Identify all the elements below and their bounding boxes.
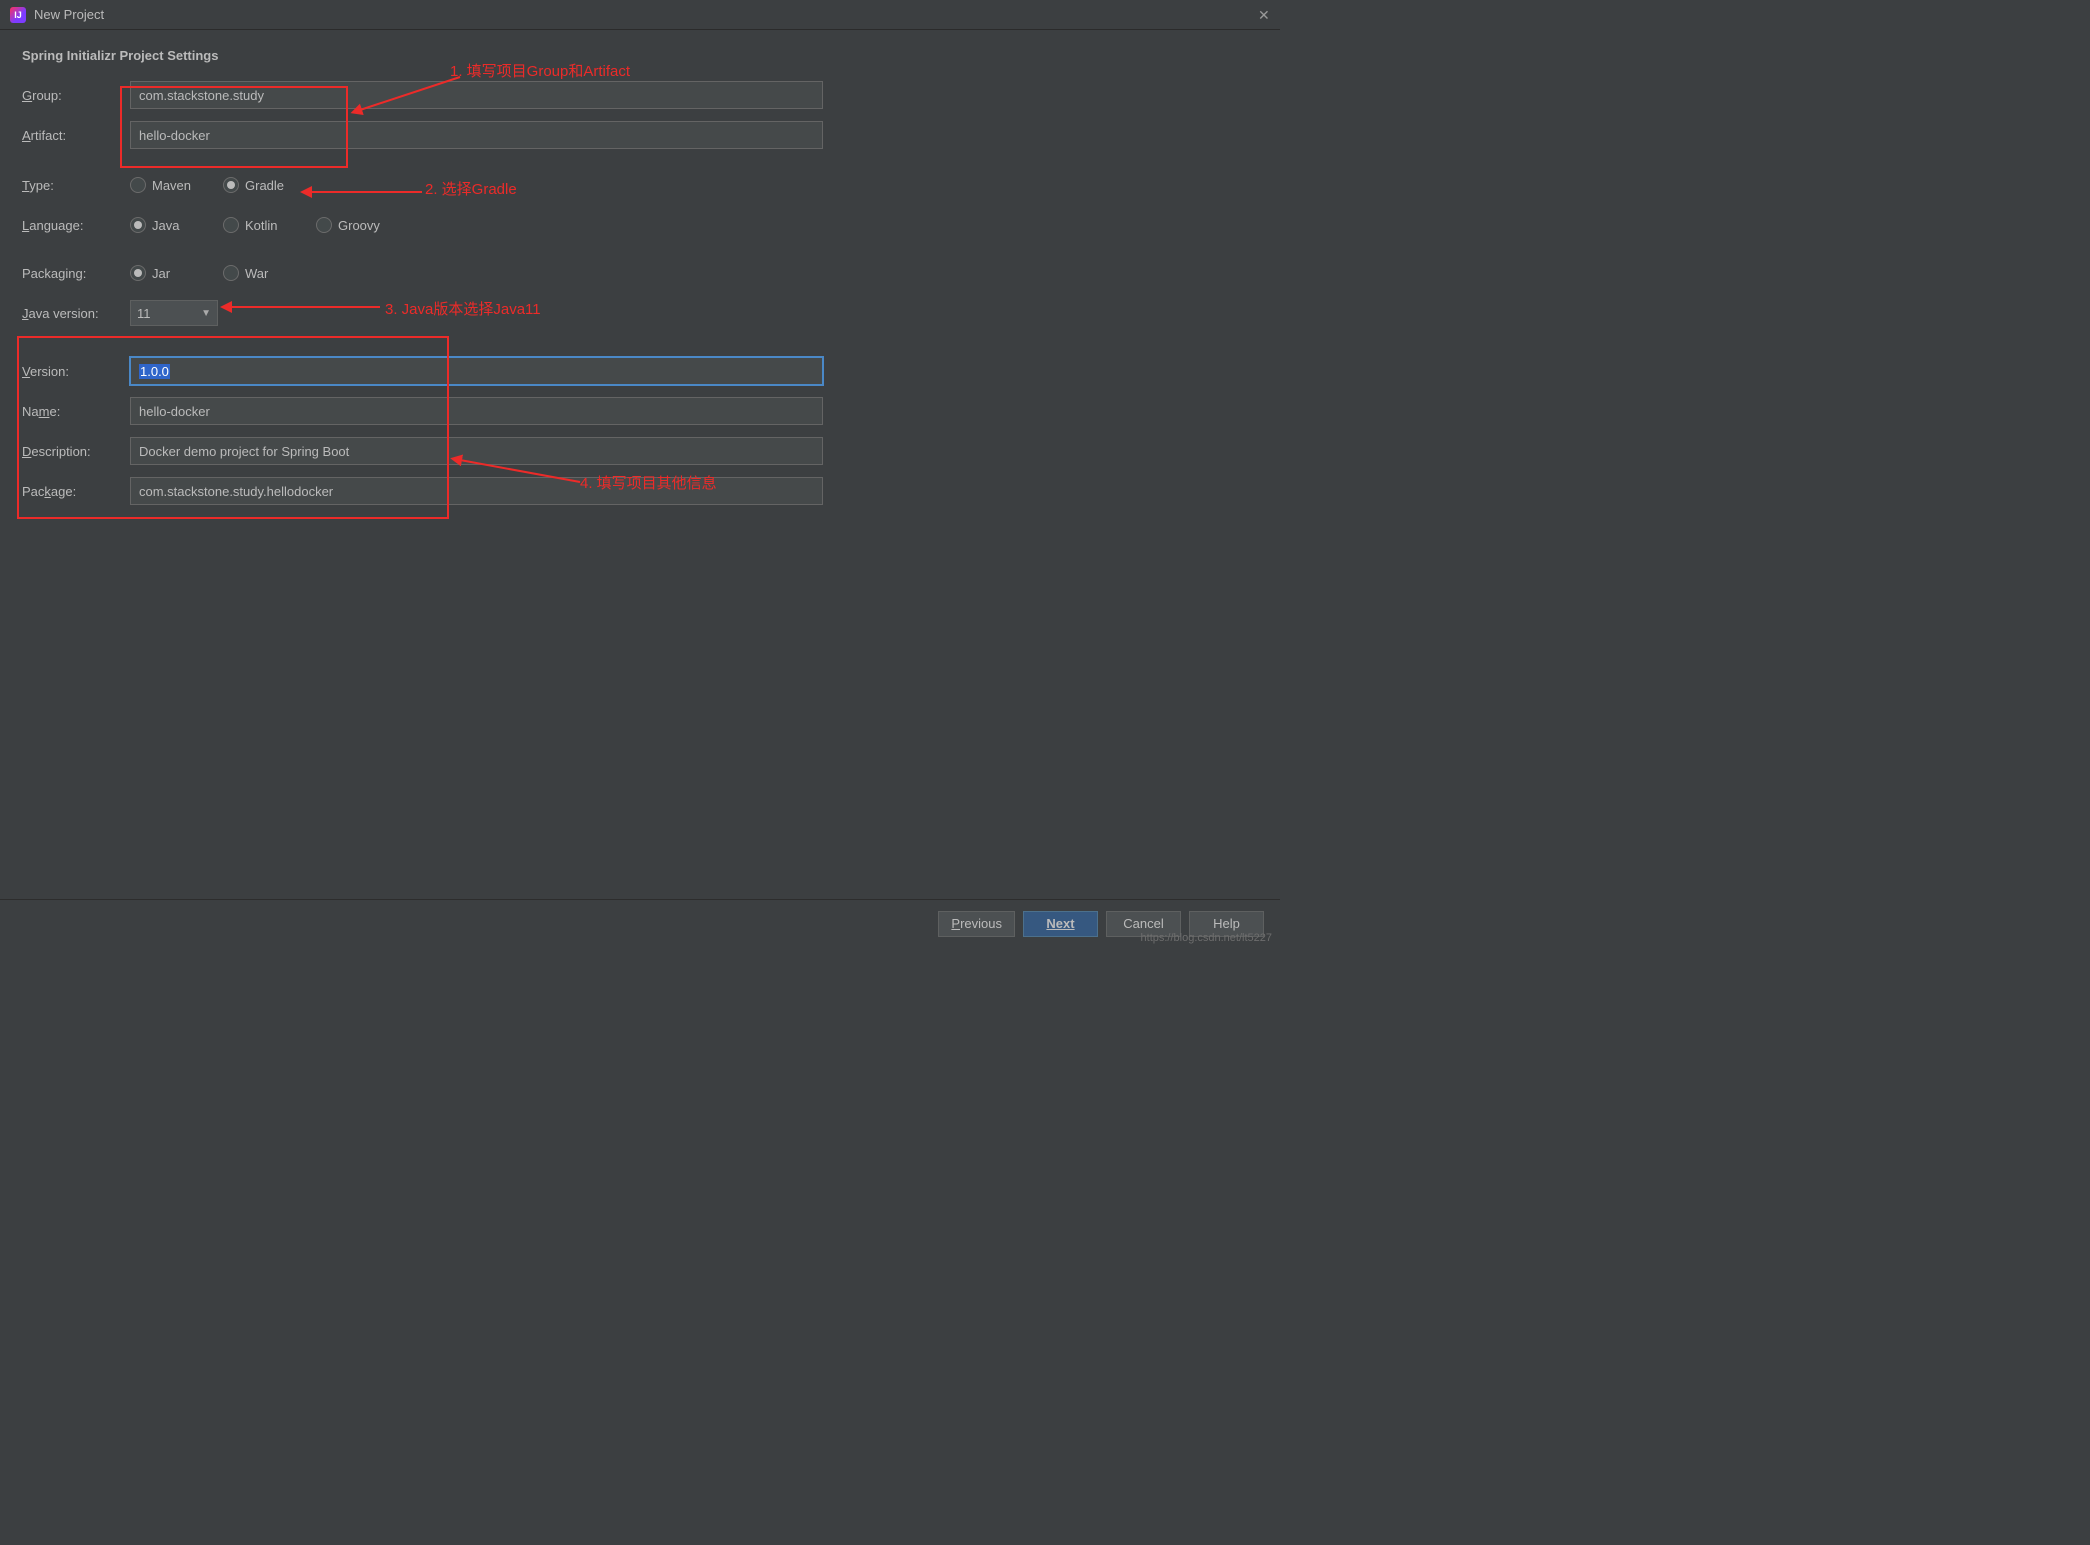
artifact-label: Artifact: [22, 128, 130, 143]
footer: Previous Next Cancel Help [0, 899, 1280, 947]
radio-maven[interactable]: Maven [130, 177, 215, 193]
version-input[interactable]: 1.0.0 [130, 357, 823, 385]
java-version-value: 11 [137, 306, 151, 321]
radio-icon [130, 217, 146, 233]
description-input[interactable] [130, 437, 823, 465]
radio-icon [130, 177, 146, 193]
radio-icon [316, 217, 332, 233]
radio-war[interactable]: War [223, 265, 308, 281]
radio-icon [223, 217, 239, 233]
intellij-icon: IJ [10, 7, 26, 23]
radio-groovy-label: Groovy [338, 218, 380, 233]
previous-button[interactable]: Previous [938, 911, 1015, 937]
language-label: Language: [22, 218, 130, 233]
radio-jar[interactable]: Jar [130, 265, 215, 281]
next-button[interactable]: Next [1023, 911, 1098, 937]
packaging-label: Packaging: [22, 266, 130, 281]
radio-kotlin[interactable]: Kotlin [223, 217, 308, 233]
watermark: https://blog.csdn.net/lt5227 [1141, 932, 1272, 944]
titlebar: IJ New Project ✕ [0, 0, 1280, 30]
chevron-down-icon: ▼ [201, 308, 211, 319]
radio-jar-label: Jar [152, 266, 170, 281]
group-input[interactable] [130, 81, 823, 109]
name-input[interactable] [130, 397, 823, 425]
window-title: New Project [34, 7, 1258, 22]
radio-icon [223, 177, 239, 193]
radio-maven-label: Maven [152, 178, 191, 193]
radio-gradle-label: Gradle [245, 178, 284, 193]
version-value: 1.0.0 [139, 364, 170, 379]
java-version-label: Java version: [22, 306, 130, 321]
section-title: Spring Initializr Project Settings [22, 48, 1258, 63]
artifact-input[interactable] [130, 121, 823, 149]
radio-kotlin-label: Kotlin [245, 218, 278, 233]
radio-groovy[interactable]: Groovy [316, 217, 401, 233]
version-label: Version: [22, 364, 130, 379]
group-label: Group: [22, 88, 130, 103]
name-label: Name: [22, 404, 130, 419]
radio-icon [130, 265, 146, 281]
content-area: Spring Initializr Project Settings Group… [0, 30, 1280, 535]
radio-war-label: War [245, 266, 268, 281]
package-label: Package: [22, 484, 130, 499]
close-icon[interactable]: ✕ [1258, 9, 1270, 21]
radio-gradle[interactable]: Gradle [223, 177, 308, 193]
java-version-select[interactable]: 11 ▼ [130, 300, 218, 326]
package-input[interactable] [130, 477, 823, 505]
description-label: Description: [22, 444, 130, 459]
type-label: Type: [22, 178, 130, 193]
radio-java[interactable]: Java [130, 217, 215, 233]
radio-java-label: Java [152, 218, 179, 233]
radio-icon [223, 265, 239, 281]
